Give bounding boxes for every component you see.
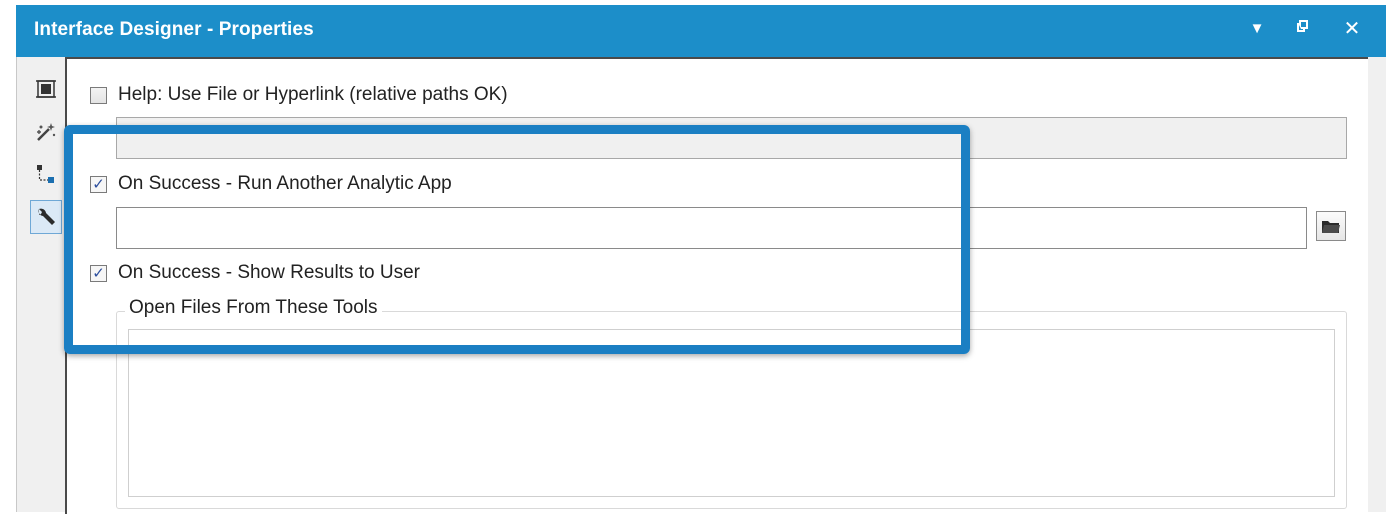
show-results-option[interactable]: ✓ On Success - Show Results to User (90, 262, 420, 284)
help-label: Help: Use File or Hyperlink (relative pa… (118, 84, 508, 105)
open-files-group-label: Open Files From These Tools (125, 297, 382, 319)
title-bar: Interface Designer - Properties ▼ ✕ (16, 5, 1386, 57)
panel-gutter (1368, 57, 1386, 512)
show-results-checkbox[interactable]: ✓ (90, 264, 107, 282)
help-option[interactable]: Help: Use File or Hyperlink (relative pa… (90, 84, 508, 106)
run-app-path-field[interactable] (116, 207, 1307, 249)
float-window-icon[interactable] (1289, 15, 1317, 43)
window-title: Interface Designer - Properties (34, 19, 314, 40)
tree-icon[interactable] (32, 160, 60, 188)
browse-folder-button[interactable] (1316, 211, 1346, 241)
wrench-icon[interactable] (30, 200, 62, 234)
help-checkbox[interactable] (90, 86, 107, 104)
layout-icon[interactable] (32, 75, 60, 103)
magic-wand-icon[interactable] (32, 118, 60, 146)
run-app-checkbox[interactable]: ✓ (90, 175, 107, 193)
dropdown-icon[interactable]: ▼ (1243, 15, 1271, 43)
tools-list[interactable] (128, 329, 1335, 497)
close-icon[interactable]: ✕ (1338, 15, 1366, 43)
run-app-option[interactable]: ✓ On Success - Run Another Analytic App (90, 173, 452, 195)
tool-strip (17, 57, 65, 512)
show-results-label: On Success - Show Results to User (118, 262, 420, 283)
folder-icon (1322, 221, 1340, 233)
help-path-field[interactable] (116, 117, 1347, 159)
run-app-label: On Success - Run Another Analytic App (118, 173, 452, 194)
